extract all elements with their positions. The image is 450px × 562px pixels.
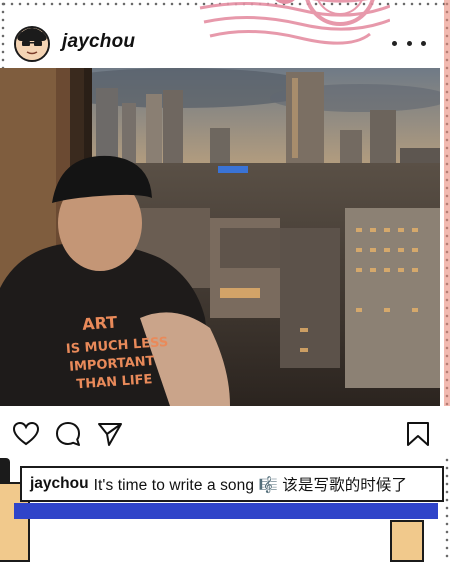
post-actions-bar [0, 406, 450, 458]
comment-icon[interactable] [54, 420, 82, 448]
caption-text: It's time to write a song 🎼 该是写歌的时候了 [93, 477, 408, 494]
avatar-illustration-icon [16, 28, 48, 60]
decorative-yellow-block-right [390, 520, 424, 562]
post-photo: ART IS MUCH LESS IMPORTANT THAN LIFE [0, 68, 440, 406]
caption-blue-bar [14, 503, 438, 519]
bookmark-icon[interactable] [404, 420, 432, 448]
city-view-photo: ART IS MUCH LESS IMPORTANT THAN LIFE [0, 68, 440, 406]
decorative-stamp-icon [199, 0, 390, 45]
send-icon[interactable] [96, 420, 124, 448]
post-caption: jaychou It's time to write a song 🎼 该是写歌… [20, 466, 444, 502]
post-header: jaychou [0, 0, 450, 66]
shirt-text-line-1: ART [82, 312, 118, 333]
caption-username[interactable]: jaychou [30, 475, 89, 493]
more-options-icon[interactable] [392, 33, 426, 53]
post-username[interactable]: jaychou [62, 31, 135, 53]
avatar[interactable] [14, 26, 50, 62]
heart-icon[interactable] [12, 420, 40, 448]
